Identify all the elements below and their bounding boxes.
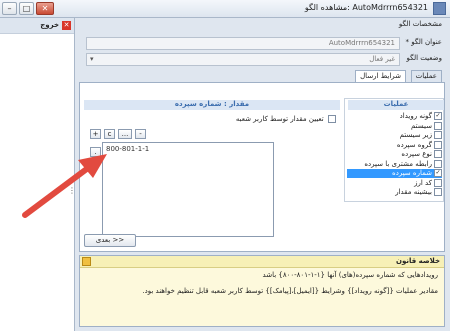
summary-title: خلاصه قانون xyxy=(395,257,440,265)
summary-line-1: رویدادهایی که شماره سپرده(های) آنها {۱-۱… xyxy=(262,271,438,279)
summary-header: خلاصه قانون xyxy=(80,256,444,268)
summary-body: رویدادهایی که شماره سپرده(های) آنها {۱-۱… xyxy=(80,268,444,326)
summary-line-2: مقادیر عملیات {[گونه رویداد]} وشرایط {[ا… xyxy=(142,287,438,295)
rule-summary-panel: خلاصه قانون رویدادهایی که شماره سپرده(ها… xyxy=(79,255,445,327)
summary-icon xyxy=(82,257,91,266)
